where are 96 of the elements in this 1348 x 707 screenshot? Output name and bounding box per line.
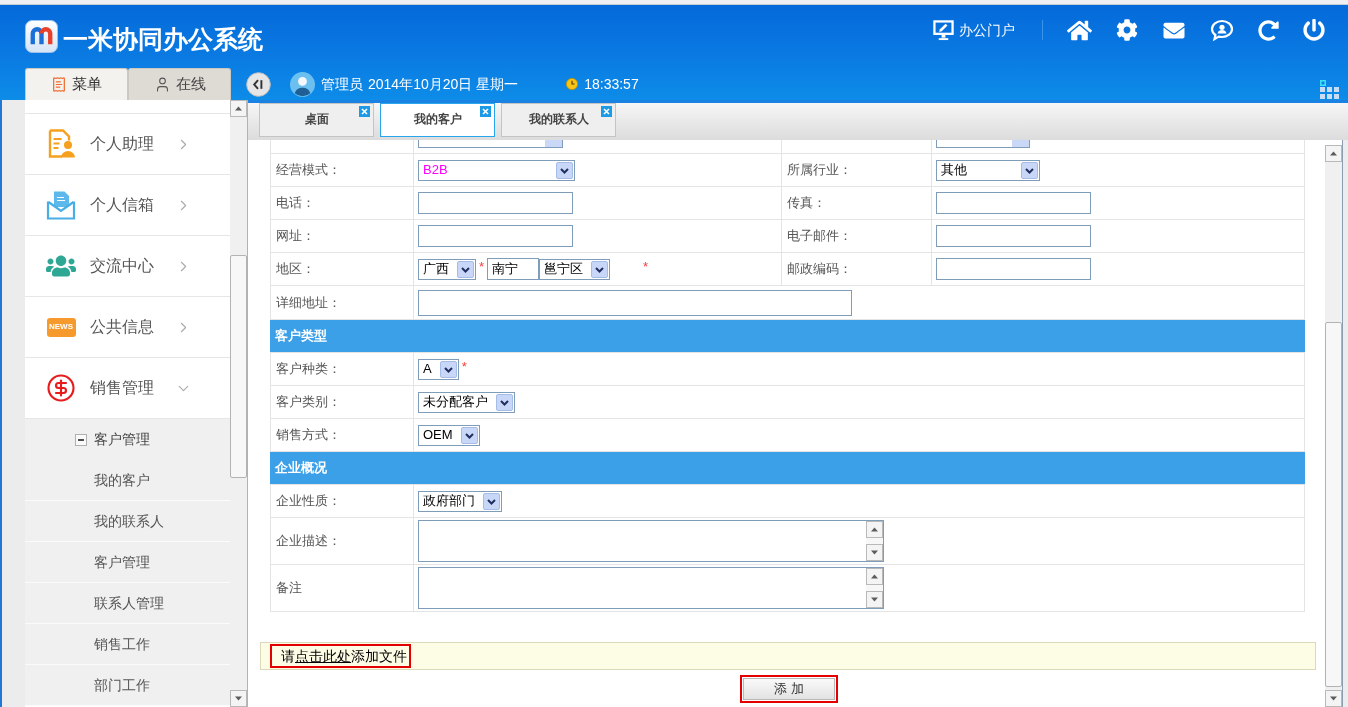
text-input[interactable]: 南宁 [487, 258, 540, 280]
power-icon[interactable] [1303, 19, 1325, 41]
avatar-icon [290, 71, 315, 97]
sidebar-item[interactable]: 个人助理 [25, 114, 230, 175]
sidebar-item[interactable]: NEWS 公共信息 [25, 297, 230, 358]
arrow-down-icon[interactable] [866, 544, 883, 561]
date-text: 2014年10月20日 星期一 [368, 74, 519, 94]
field-label: 详细地址： [270, 286, 414, 319]
portal-link[interactable]: 办公门户 [933, 19, 1015, 41]
tab[interactable]: 我的联系人 [501, 103, 616, 137]
home-icon[interactable] [1067, 18, 1092, 42]
chevron-down-icon [591, 260, 609, 278]
dropdown[interactable] [418, 140, 563, 148]
add-button[interactable]: 添 加 [743, 678, 835, 700]
textarea-field[interactable] [418, 567, 884, 609]
text-input[interactable] [418, 289, 852, 316]
dropdown[interactable]: A [418, 358, 459, 380]
settings-icon[interactable] [1116, 19, 1138, 41]
field-label: 电话： [270, 187, 414, 219]
text-input[interactable] [936, 192, 1091, 214]
time-text: 18:33:57 [584, 74, 639, 94]
field-label: 企业性质： [270, 485, 414, 517]
app-title: 一米协同办公系统 [63, 24, 263, 55]
sidebar-item[interactable]: 交流中心 [25, 236, 230, 297]
arrow-up-icon[interactable] [1325, 145, 1342, 162]
arrow-down-icon[interactable] [866, 591, 883, 608]
field-label: 企业描述： [270, 518, 414, 564]
people-group-icon [46, 253, 76, 279]
text-input[interactable] [418, 192, 573, 214]
dropdown[interactable]: 未分配客户 [418, 391, 515, 413]
chevron-down-icon [556, 161, 573, 179]
sidebar-item[interactable]: 个人信箱 [25, 175, 230, 236]
chat-user-icon[interactable] [1210, 18, 1234, 42]
chevron-down-icon [439, 360, 457, 378]
field-label: 电子邮件： [782, 220, 932, 252]
required-mark: * [460, 359, 468, 373]
field-label: 地区： [270, 253, 414, 285]
document-person-icon [47, 129, 75, 159]
close-icon[interactable] [601, 106, 612, 117]
scrollbar-thumb[interactable] [1325, 322, 1342, 687]
close-icon[interactable] [359, 106, 370, 117]
arrow-down-icon[interactable] [1325, 690, 1342, 707]
required-mark: * [642, 259, 650, 273]
arrow-up-icon[interactable] [230, 100, 247, 117]
dropdown[interactable] [936, 140, 1030, 148]
scrollbar-thumb[interactable] [230, 255, 247, 478]
receipt-icon [51, 76, 67, 93]
field-label: 邮政编码： [782, 253, 932, 285]
field-label: 客户类别： [270, 386, 414, 418]
field-label: 传真： [782, 187, 932, 219]
tab[interactable]: 我的客户 [380, 103, 495, 137]
field-label: 销售方式： [270, 419, 414, 451]
dropdown[interactable]: 其他 [936, 159, 1040, 181]
envelope-letter-icon [46, 190, 76, 220]
sidebar-tab[interactable]: 菜单 [25, 68, 128, 100]
user-name: 管理员 [321, 74, 363, 94]
field-label: 备注 [270, 565, 414, 611]
textarea-field[interactable] [418, 520, 884, 562]
field-label: 所属行业： [782, 154, 932, 186]
chevron-down-icon [460, 426, 478, 444]
submenu-group[interactable]: 客户管理 [25, 419, 230, 460]
field-label: 客户种类： [270, 353, 414, 385]
clock-icon [566, 78, 579, 90]
text-input[interactable] [936, 225, 1091, 247]
news-icon: NEWS [46, 317, 76, 337]
chevron-down-icon [496, 393, 513, 411]
arrow-up-icon[interactable] [866, 521, 883, 538]
chevron-down-icon [457, 260, 474, 278]
field-label: 网址： [270, 220, 414, 252]
section-header: 客户类型 [270, 320, 1305, 353]
refresh-icon[interactable] [1258, 19, 1279, 41]
dollar-circle-icon [46, 373, 76, 403]
arrow-down-icon[interactable] [230, 690, 247, 707]
grid-icon[interactable] [1320, 80, 1340, 100]
collapse-sidebar-icon[interactable] [246, 71, 271, 97]
add-file-link[interactable]: 点击此处 [295, 645, 351, 667]
dropdown[interactable]: 广西 [418, 258, 476, 280]
tab[interactable]: 桌面 [259, 103, 374, 137]
scrollbar[interactable] [230, 100, 247, 707]
required-mark: * [478, 259, 486, 273]
scrollbar[interactable] [1325, 145, 1342, 707]
sidebar-tab[interactable]: 在线 [128, 68, 231, 100]
attachment-prompt: 请点击此处添加文件 [270, 644, 411, 668]
text-input[interactable] [936, 258, 1091, 280]
logo-icon [25, 20, 58, 53]
close-icon[interactable] [480, 106, 491, 117]
dropdown[interactable]: 邕宁区 [539, 258, 611, 280]
text-input[interactable] [418, 225, 573, 247]
arrow-up-icon[interactable] [866, 568, 883, 585]
dropdown[interactable]: 政府部门 [418, 490, 502, 512]
monitor-pencil-icon [933, 19, 954, 41]
chevron-down-icon [483, 492, 500, 510]
dropdown[interactable]: OEM [418, 424, 480, 446]
chevron-down-icon [1021, 161, 1038, 179]
field-label: 经营模式： [270, 154, 414, 186]
section-header: 企业概况 [270, 452, 1305, 485]
